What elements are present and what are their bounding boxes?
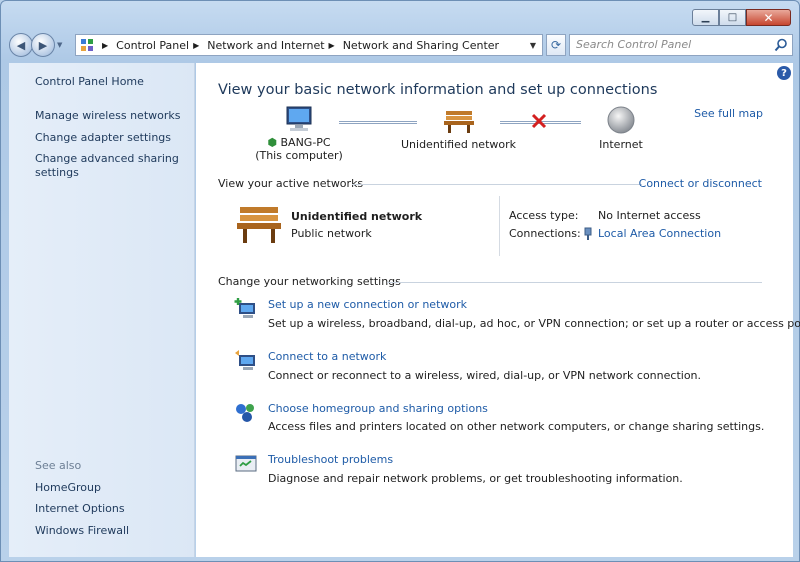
refresh-button[interactable]: ⟳	[546, 34, 566, 56]
divider	[387, 282, 762, 283]
help-icon[interactable]: ?	[777, 66, 791, 80]
change-adapter-settings-link[interactable]: Change adapter settings	[35, 131, 185, 145]
network-type-link[interactable]: Public network	[291, 227, 372, 240]
back-button[interactable]: ◀	[9, 33, 33, 57]
control-panel-icon	[81, 39, 93, 51]
internet-label: Internet	[599, 138, 643, 151]
computer-subtitle: (This computer)	[255, 149, 343, 162]
see-also-label: See also	[35, 459, 82, 472]
ethernet-icon	[584, 227, 592, 240]
troubleshoot-icon	[235, 455, 257, 472]
vertical-divider	[499, 196, 500, 256]
breadcrumb-network-and-internet[interactable]: Network and Internet	[207, 39, 324, 52]
search-icon[interactable]	[774, 38, 788, 52]
internet-node[interactable]: Internet	[586, 105, 656, 151]
refresh-icon: ⟳	[550, 38, 562, 52]
see-full-map-link[interactable]: See full map	[694, 107, 763, 120]
connect-network-icon	[235, 350, 255, 370]
search-input[interactable]: Search Control Panel	[569, 34, 793, 56]
homegroup-link[interactable]: HomeGroup	[35, 481, 185, 495]
network-name: Unidentified network	[400, 138, 517, 151]
set-up-new-connection-link[interactable]: Set up a new connection or network	[268, 298, 467, 311]
task-description: Access files and printers located on oth…	[268, 420, 765, 433]
globe-icon	[607, 106, 635, 134]
access-type-value: No Internet access	[598, 209, 701, 222]
task-description: Set up a wireless, broadband, dial-up, a…	[268, 317, 800, 330]
caption-buttons: ▁ □ ✕	[692, 9, 791, 26]
maximize-button[interactable]: □	[719, 9, 746, 26]
main-content: ? View your basic network information an…	[196, 63, 800, 557]
chevron-right-icon[interactable]: ▶	[102, 41, 108, 50]
homegroup-icon	[236, 404, 254, 422]
forward-arrow-icon: ▶	[38, 38, 48, 52]
window: ▁ □ ✕ ◀ ▶ ▼ ▶ Control Panel ▶ Network an…	[0, 0, 800, 562]
search-placeholder: Search Control Panel	[576, 38, 692, 51]
breadcrumb-control-panel[interactable]: Control Panel	[116, 39, 189, 52]
computer-name: BANG-PC	[280, 136, 331, 149]
chevron-right-icon[interactable]: ▶	[193, 41, 199, 50]
navigation-bar: ◀ ▶ ▼ ▶ Control Panel ▶ Network and Inte…	[9, 31, 793, 59]
connections-label: Connections:	[509, 227, 581, 240]
change-advanced-sharing-settings-link[interactable]: Change advanced sharing settings	[35, 152, 185, 180]
connect-or-disconnect-link[interactable]: Connect or disconnect	[639, 177, 762, 190]
troubleshoot-problems-link[interactable]: Troubleshoot problems	[268, 453, 393, 466]
error-x-icon[interactable]	[531, 113, 547, 129]
divider	[352, 184, 642, 185]
active-network-name: Unidentified network	[291, 210, 423, 223]
breadcrumb-network-and-sharing-center[interactable]: Network and Sharing Center	[343, 39, 499, 52]
left-navigation-pane: Control Panel Home Manage wireless netwo…	[9, 63, 195, 557]
address-dropdown-icon[interactable]: ▼	[530, 41, 536, 50]
new-connection-icon	[234, 298, 255, 318]
back-arrow-icon: ◀	[16, 38, 26, 52]
task-description: Connect or reconnect to a wireless, wire…	[268, 369, 702, 382]
manage-wireless-networks-link[interactable]: Manage wireless networks	[35, 109, 185, 123]
active-networks-title: View your active networks	[218, 177, 364, 190]
task-description: Diagnose and repair network problems, or…	[268, 472, 683, 485]
change-settings-title: Change your networking settings	[218, 275, 401, 288]
minimize-button[interactable]: ▁	[692, 9, 719, 26]
control-panel-home-link[interactable]: Control Panel Home	[35, 75, 185, 89]
forward-button[interactable]: ▶	[31, 33, 55, 57]
address-bar[interactable]: ▶ Control Panel ▶ Network and Internet ▶…	[75, 34, 543, 56]
network-node[interactable]: Unidentified network	[396, 105, 521, 151]
internet-options-link[interactable]: Internet Options	[35, 502, 185, 516]
windows-firewall-link[interactable]: Windows Firewall	[35, 524, 185, 538]
this-computer-node[interactable]: ⬢ BANG-PC (This computer)	[254, 105, 344, 162]
chevron-right-icon[interactable]: ▶	[329, 41, 335, 50]
recent-pages-dropdown[interactable]: ▼	[57, 41, 67, 49]
bench-icon	[443, 111, 474, 133]
close-button[interactable]: ✕	[746, 9, 791, 26]
network-globe-icon: ⬢	[267, 136, 277, 149]
choose-homegroup-link[interactable]: Choose homegroup and sharing options	[268, 402, 488, 415]
local-area-connection-link[interactable]: Local Area Connection	[598, 227, 721, 240]
page-title: View your basic network information and …	[218, 82, 658, 98]
computer-icon	[286, 106, 312, 131]
connect-to-network-link[interactable]: Connect to a network	[268, 350, 386, 363]
access-type-label: Access type:	[509, 209, 579, 222]
bench-icon	[237, 207, 281, 243]
